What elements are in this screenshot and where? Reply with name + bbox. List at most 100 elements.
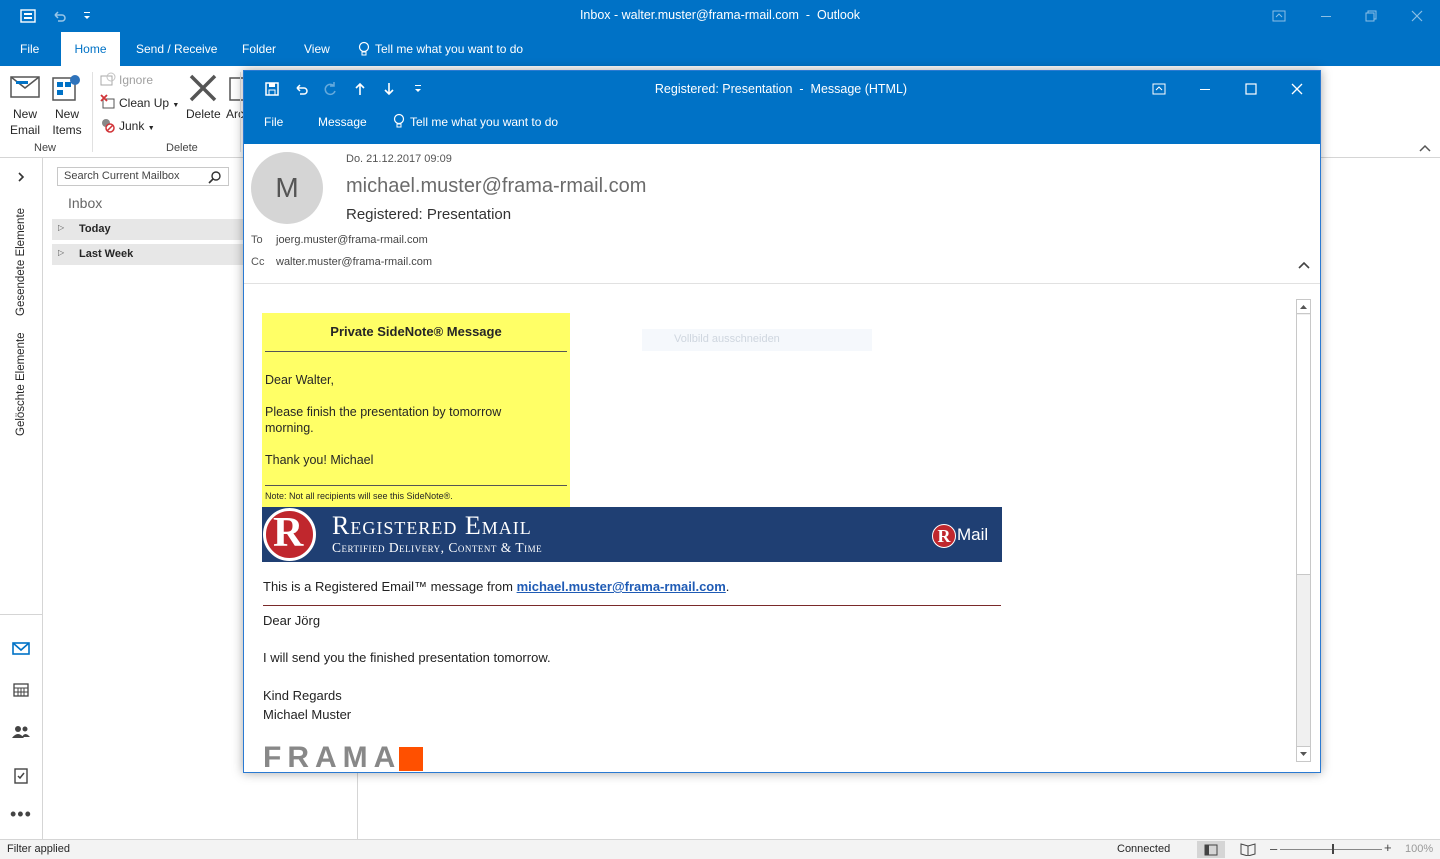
tab-file[interactable]: File: [20, 32, 39, 66]
ignore-icon: [100, 72, 116, 88]
close-icon[interactable]: [1289, 81, 1305, 97]
message-window-title: Registered: Presentation - Message (HTML…: [654, 82, 908, 96]
undo-icon[interactable]: [293, 81, 309, 97]
inbox-heading: Inbox: [68, 195, 103, 211]
clean-up-button[interactable]: Clean Up ▼: [119, 96, 179, 110]
ribbon-separator: [240, 72, 241, 152]
sidenote-thanks: Thank you! Michael: [265, 453, 374, 467]
tell-me-search[interactable]: Tell me what you want to do: [375, 32, 523, 66]
message-body: Private SideNote® Message Dear Walter, P…: [244, 285, 1320, 772]
zoom-slider[interactable]: [1280, 849, 1382, 850]
zoom-in-button[interactable]: +: [1384, 840, 1392, 855]
group-header-last-week[interactable]: ▷ Last Week: [52, 244, 252, 265]
mail-icon[interactable]: [11, 640, 31, 656]
message-header: M Do. 21.12.2017 09:09 michael.muster@fr…: [244, 144, 1320, 284]
scroll-thumb[interactable]: [1297, 315, 1310, 575]
search-box[interactable]: Search Current Mailbox: [57, 167, 229, 186]
ribbon-display-options-icon[interactable]: [1271, 8, 1287, 24]
tab-send-receive[interactable]: Send / Receive: [136, 32, 217, 66]
people-icon[interactable]: [11, 724, 31, 740]
ribbon-display-options-icon[interactable]: [1151, 81, 1167, 97]
group-new-label: New: [34, 142, 57, 154]
close-icon[interactable]: [1409, 8, 1425, 24]
sender-link[interactable]: michael.muster@frama-rmail.com: [517, 579, 726, 594]
tab-file[interactable]: File: [264, 115, 283, 129]
calendar-icon[interactable]: [11, 682, 31, 698]
message-subject: Registered: Presentation: [346, 206, 512, 223]
deleted-items-folder[interactable]: Gelöschte Elemente: [15, 332, 27, 436]
filter-status: Filter applied: [7, 843, 70, 855]
chevron-down-icon: ▼: [172, 102, 180, 109]
tab-message[interactable]: Message: [318, 115, 367, 129]
intro-suffix: .: [725, 579, 730, 594]
restore-icon[interactable]: [1363, 8, 1379, 24]
snipping-overlay: Vollbild ausschneiden: [642, 329, 872, 351]
to-label: To: [251, 234, 263, 246]
minimize-icon[interactable]: [1318, 8, 1334, 24]
message-date: Do. 21.12.2017 09:09: [346, 153, 452, 165]
ribbon-tabs: File Home Send / Receive Folder View Tel…: [0, 32, 1440, 66]
junk-icon: [100, 117, 116, 133]
tell-me-search[interactable]: Tell me what you want to do: [410, 115, 558, 129]
group-header-today[interactable]: ▷ Today: [52, 219, 252, 240]
new-email-label-2: Email: [9, 123, 40, 137]
new-email-button[interactable]: New Email: [8, 106, 42, 138]
new-items-icon: [51, 72, 83, 104]
previous-item-icon[interactable]: [352, 81, 368, 97]
rpost-logo-letter: R: [273, 510, 304, 556]
banner-subtitle: Certified Delivery, Content & Time: [332, 540, 543, 555]
search-input[interactable]: Search Current Mailbox: [64, 170, 180, 182]
normal-view-icon[interactable]: [1197, 841, 1225, 858]
lightbulb-icon: [392, 113, 406, 129]
search-icon[interactable]: [208, 170, 222, 184]
avatar-letter: M: [275, 172, 299, 203]
zoom-slider-thumb[interactable]: [1332, 844, 1334, 854]
quick-access-dropdown-icon[interactable]: [82, 10, 92, 22]
maximize-icon[interactable]: [1243, 81, 1259, 97]
sidenote-divider: [265, 485, 567, 486]
sidenote-greeting: Dear Walter,: [265, 373, 335, 387]
sidenote-line-1: Please finish the presentation by tomorr…: [265, 405, 502, 419]
body-divider: [263, 605, 1001, 606]
group-label: Last Week: [79, 248, 134, 260]
save-icon[interactable]: [264, 81, 280, 97]
to-recipient[interactable]: joerg.muster@frama-rmail.com: [276, 234, 428, 246]
sender-address[interactable]: michael.muster@frama-rmail.com: [346, 175, 646, 198]
collapse-header-icon[interactable]: [1297, 259, 1311, 271]
body-line-1: I will send you the finished presentatio…: [263, 650, 551, 665]
group-delete-label: Delete: [166, 142, 198, 154]
tab-folder[interactable]: Folder: [242, 32, 276, 66]
junk-button[interactable]: Junk ▼: [119, 119, 155, 133]
expand-folder-pane-icon[interactable]: [14, 170, 28, 184]
clean-up-icon: [100, 94, 116, 110]
minimize-icon[interactable]: [1197, 81, 1213, 97]
quick-access-dropdown-icon[interactable]: [413, 83, 423, 95]
delete-button[interactable]: Delete: [186, 107, 221, 121]
collapse-ribbon-icon[interactable]: [1418, 142, 1432, 154]
message-scrollbar[interactable]: [1296, 299, 1311, 762]
sent-items-folder[interactable]: Gesendete Elemente: [15, 208, 27, 316]
status-bar: Filter applied Connected – + 100%: [0, 839, 1440, 859]
ribbon-separator: [92, 72, 93, 152]
scroll-up-icon[interactable]: [1297, 300, 1310, 314]
scroll-down-icon[interactable]: [1297, 746, 1310, 761]
zoom-out-button[interactable]: –: [1270, 841, 1277, 856]
redo-icon[interactable]: [322, 81, 338, 97]
more-apps-icon[interactable]: •••: [10, 804, 32, 825]
expand-triangle-icon: ▷: [58, 248, 65, 257]
next-item-icon[interactable]: [381, 81, 397, 97]
undo-icon[interactable]: [51, 8, 67, 24]
archive-button[interactable]: Arc: [226, 107, 244, 121]
tab-view[interactable]: View: [304, 32, 330, 66]
cc-recipient[interactable]: walter.muster@frama-rmail.com: [276, 256, 432, 268]
tab-home[interactable]: Home: [61, 32, 120, 66]
outlook-app-icon[interactable]: [20, 8, 36, 24]
new-email-icon: [10, 74, 40, 100]
ignore-button[interactable]: Ignore: [119, 73, 153, 87]
reading-view-icon[interactable]: [1240, 842, 1256, 856]
sidenote-note: Note: Not all recipients will see this S…: [265, 491, 453, 501]
new-items-button[interactable]: New Items: [46, 106, 88, 138]
window-title: Inbox - walter.muster@frama-rmail.com - …: [579, 8, 861, 22]
snipping-overlay-label: Vollbild ausschneiden: [674, 333, 780, 345]
tasks-icon[interactable]: [11, 766, 31, 784]
